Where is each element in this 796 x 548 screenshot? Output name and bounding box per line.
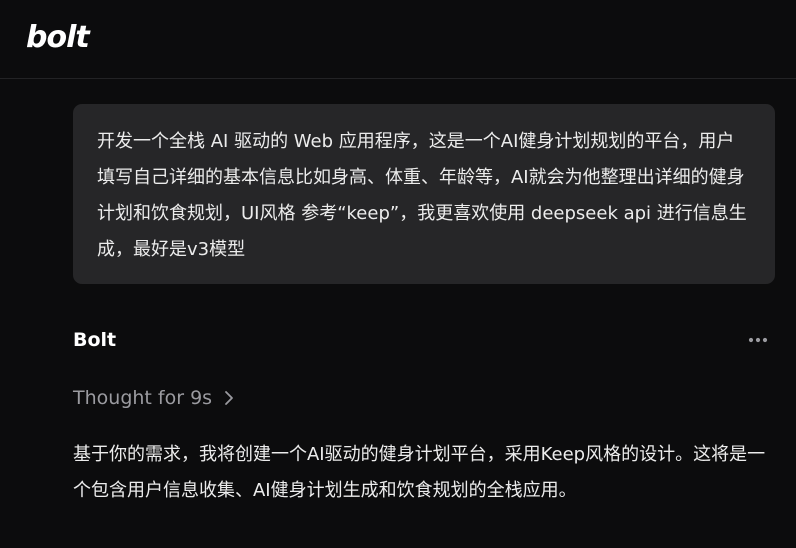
ellipsis-icon bbox=[748, 337, 768, 343]
assistant-name: Bolt bbox=[73, 329, 117, 351]
thought-toggle[interactable]: Thought for 9s bbox=[73, 383, 234, 413]
thought-label: Thought for 9s bbox=[73, 387, 213, 409]
bolt-logo[interactable]: bolt bbox=[26, 18, 90, 58]
user-message-text: 开发一个全栈 AI 驱动的 Web 应用程序，这是一个AI健身计划规划的平台，用… bbox=[97, 131, 747, 260]
app-header: bolt bbox=[0, 0, 796, 79]
user-message-bubble: 开发一个全栈 AI 驱动的 Web 应用程序，这是一个AI健身计划规划的平台，用… bbox=[73, 104, 775, 284]
assistant-message-text: 基于你的需求，我将创建一个AI驱动的健身计划平台，采用Keep风格的设计。这将是… bbox=[73, 444, 766, 501]
more-options-button[interactable] bbox=[744, 328, 772, 352]
chevron-right-icon bbox=[224, 390, 234, 406]
